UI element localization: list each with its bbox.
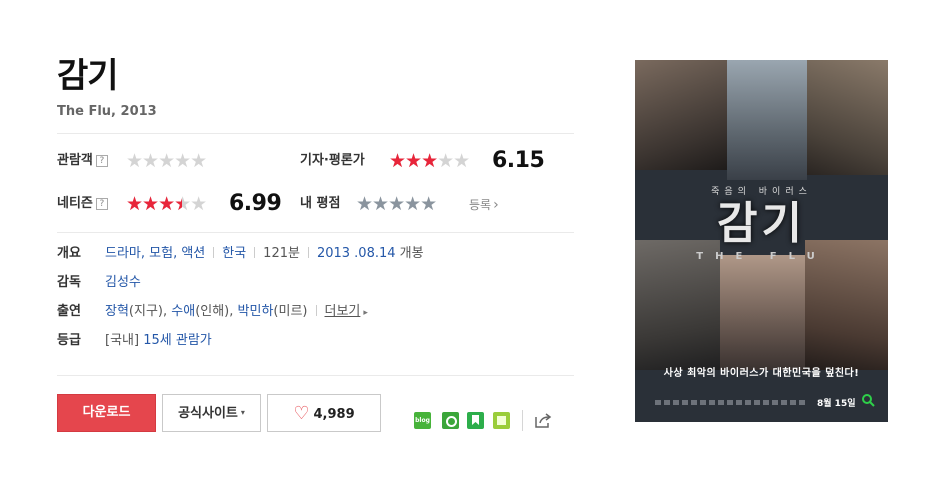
audience-label-text: 관람객 [57,153,93,168]
separator [213,247,215,258]
divider-mid [57,232,574,233]
critic-rating-label: 기자·평론가 [300,153,365,168]
poster-title-ko: 감기 [717,198,806,249]
critic-stars: ★★★★★ ★★★★★ [389,151,470,171]
critic-score: 6.15 [492,148,545,173]
separator [254,247,256,258]
download-button[interactable]: 다운로드 [57,394,156,432]
movie-poster[interactable]: 죽음의 바이러스 감기 THE FLU 사상 최악의 바이러스가 대한민국을 덮… [635,60,888,422]
poster-credits [655,400,805,405]
netizen-stars: ★★★★★ ★★★★★ [126,194,207,214]
separator [315,305,317,316]
chevron-down-icon: ▾ [240,408,245,417]
director-row: 김성수 [105,274,141,292]
movie-title: 감기 [57,56,119,96]
divider-bottom [57,375,574,376]
poster-top-text: 죽음의 바이러스 [711,187,812,197]
bookmark-share-icon[interactable] [467,412,484,429]
poster-title-en: THE FLU [696,251,827,262]
star-base: ★★★★★ [126,150,207,172]
chevron-right-icon: › [493,197,499,213]
register-rating-link[interactable]: 등록 › [469,196,499,214]
poster-panel [635,60,727,170]
poster-date: 8월 15일 [817,399,856,409]
cast-row: 장혁(지구), 수애(인해), 박민하(미르) 더보기 ▸ [105,304,368,319]
runtime: 121분 [263,246,300,261]
my-rating-label: 내 평점 [300,196,341,211]
grade-link[interactable]: 15세 관람가 [143,333,212,348]
audience-rating-label: 관람객? [57,152,108,170]
like-count: 4,989 [313,407,355,422]
actor-link[interactable]: 수애 [171,304,195,319]
triangle-right-icon: ▸ [363,308,368,318]
share-divider [522,410,523,431]
register-text: 등록 [469,198,492,212]
overview-row: 드라마, 모험, 액션 한국 121분 2013 .08.14 개봉 [105,245,424,263]
country-link[interactable]: 한국 [222,246,246,261]
official-site-label: 공식사이트 [178,406,238,421]
netizen-score: 6.99 [229,191,282,216]
share-out-icon[interactable] [533,410,553,430]
actor-role: (지구) [128,304,163,319]
overview-label: 개요 [57,246,81,261]
cast-label: 출연 [57,304,81,319]
more-cast-link[interactable]: 더보기 [325,304,361,319]
heart-icon: ♡ [293,403,310,424]
poster-panel [807,60,888,175]
audience-stars: ★★★★★ ★★★★★ [126,150,207,172]
like-button[interactable]: ♡ 4,989 [267,394,381,432]
divider-top [57,133,574,134]
grade-region: [국내] [105,333,140,348]
me-share-icon[interactable] [442,412,459,429]
director-label: 감독 [57,275,81,290]
netizen-label-text: 네티즌 [57,196,93,211]
poster-panel [720,255,805,370]
director-link[interactable]: 김성수 [105,275,141,290]
star-fill: ★★★★★ [389,151,438,171]
release-date-link[interactable]: 2013 .08.14 [317,246,396,261]
blog-share-icon[interactable]: blog [414,412,431,429]
movie-subtitle: The Flu, 2013 [57,104,157,119]
actor-role: (인해) [195,304,230,319]
official-site-button[interactable]: 공식사이트 ▾ [162,394,261,432]
poster-tagline: 사상 최악의 바이러스가 대한민국을 덮친다! [663,368,860,379]
grade-label: 등급 [57,333,81,348]
grade-row: [국내] 15세 관람가 [105,332,212,350]
my-rating-stars[interactable]: ★★★★★ ★★★★★ [356,193,437,215]
poster-panel [727,60,807,180]
actor-link[interactable]: 박민하 [238,304,274,319]
release-suffix: 개봉 [395,246,424,261]
separator [307,247,309,258]
netizen-rating-label: 네티즌? [57,195,108,213]
genre-link[interactable]: 드라마, 모험, 액션 [105,246,205,261]
search-icon [861,393,875,411]
star-fill: ★★★★★ [126,194,182,214]
actor-link[interactable]: 장혁 [105,304,129,319]
star-base: ★★★★★ [356,193,437,215]
help-icon[interactable]: ? [95,155,108,167]
memo-share-icon[interactable] [493,412,510,429]
help-icon[interactable]: ? [95,198,108,210]
actor-role: (미르) [273,304,308,319]
